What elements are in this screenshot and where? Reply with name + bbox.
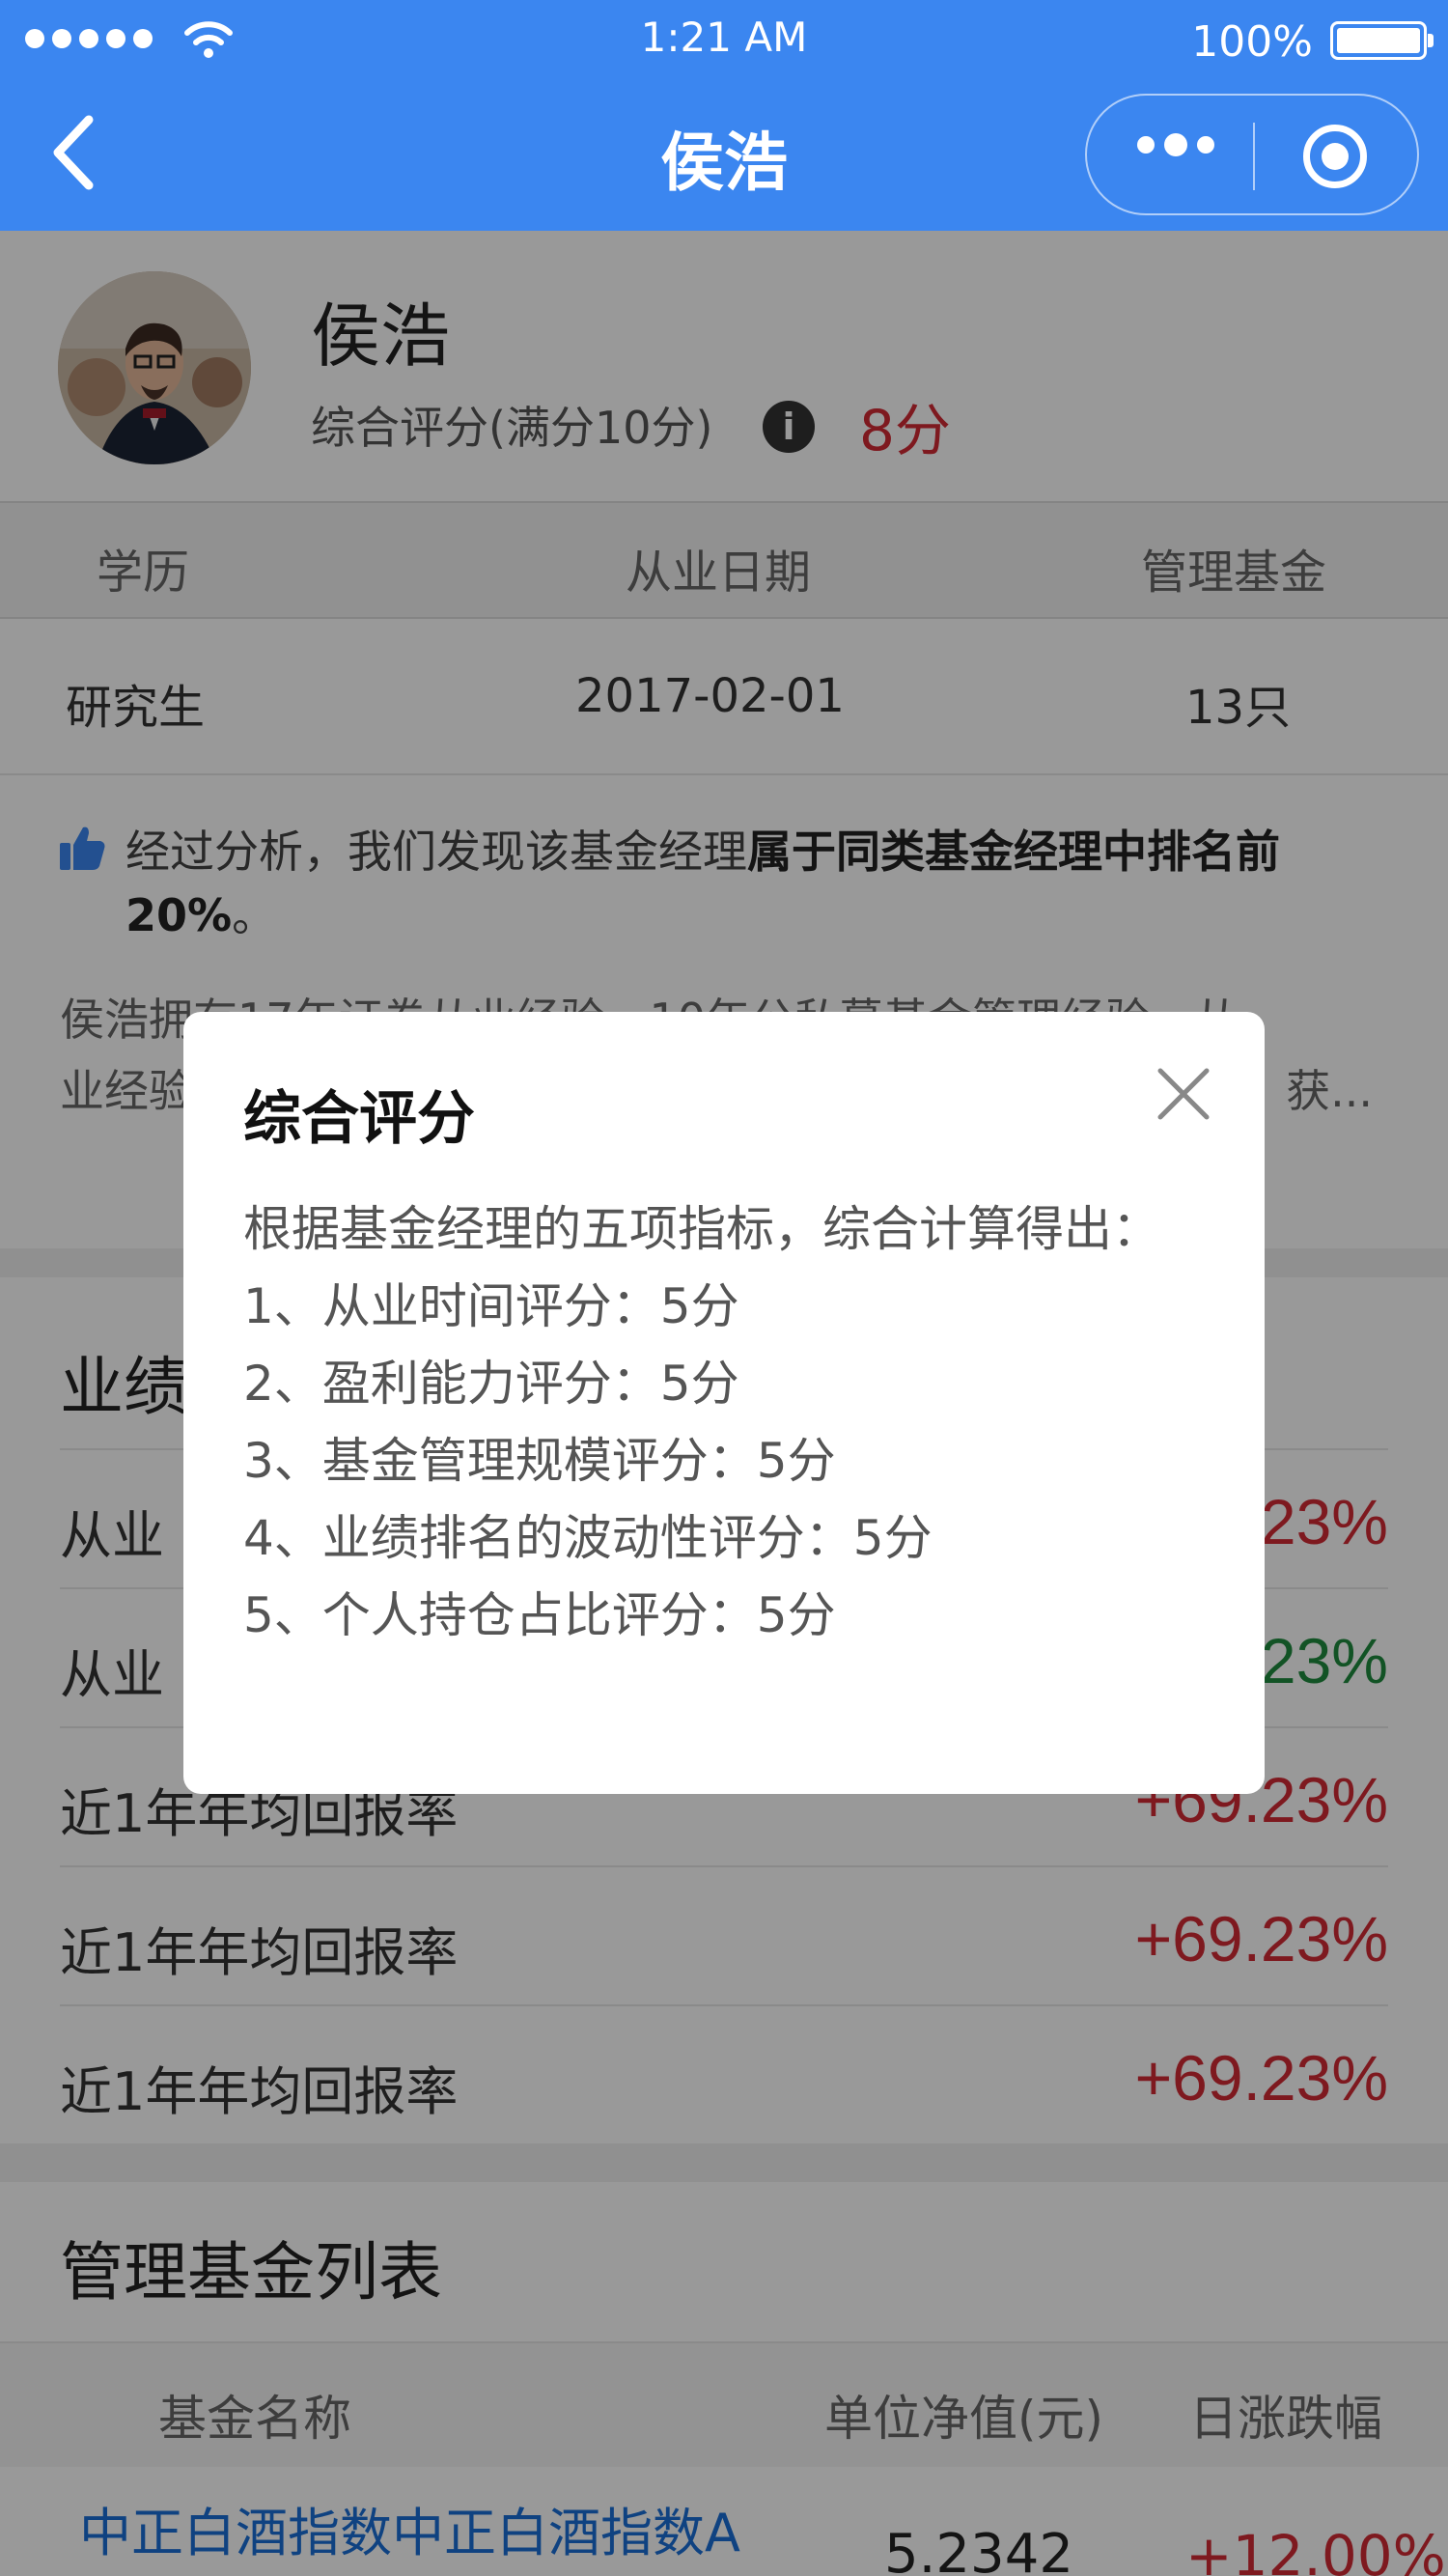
modal-intro: 根据基金经理的五项指标，综合计算得出： (243, 1201, 1160, 1257)
modal-item: 5、个人持仓占比评分：5分 (243, 1587, 836, 1643)
modal-item: 3、基金管理规模评分：5分 (243, 1433, 836, 1489)
close-program-icon[interactable] (1303, 125, 1367, 188)
mini-program-capsule (1085, 94, 1419, 215)
more-icon[interactable] (1137, 133, 1214, 156)
score-modal: 综合评分 根据基金经理的五项指标，综合计算得出： 1、从业时间评分：5分 2、盈… (183, 1012, 1265, 1794)
status-bar: 1:21 AM 100% (0, 0, 1448, 77)
battery-icon (1330, 21, 1434, 60)
top-bar: 1:21 AM 100% 侯浩 (0, 0, 1448, 231)
battery-percent: 100% (1191, 17, 1313, 67)
close-icon[interactable] (1155, 1065, 1212, 1123)
modal-body: 根据基金经理的五项指标，综合计算得出： 1、从业时间评分：5分 2、盈利能力评分… (243, 1190, 1218, 1654)
modal-item: 1、从业时间评分：5分 (243, 1278, 739, 1334)
capsule-divider (1253, 123, 1255, 190)
modal-title: 综合评分 (243, 1085, 475, 1153)
modal-item: 4、业绩排名的波动性评分：5分 (243, 1510, 933, 1566)
modal-item: 2、盈利能力评分：5分 (243, 1356, 739, 1412)
